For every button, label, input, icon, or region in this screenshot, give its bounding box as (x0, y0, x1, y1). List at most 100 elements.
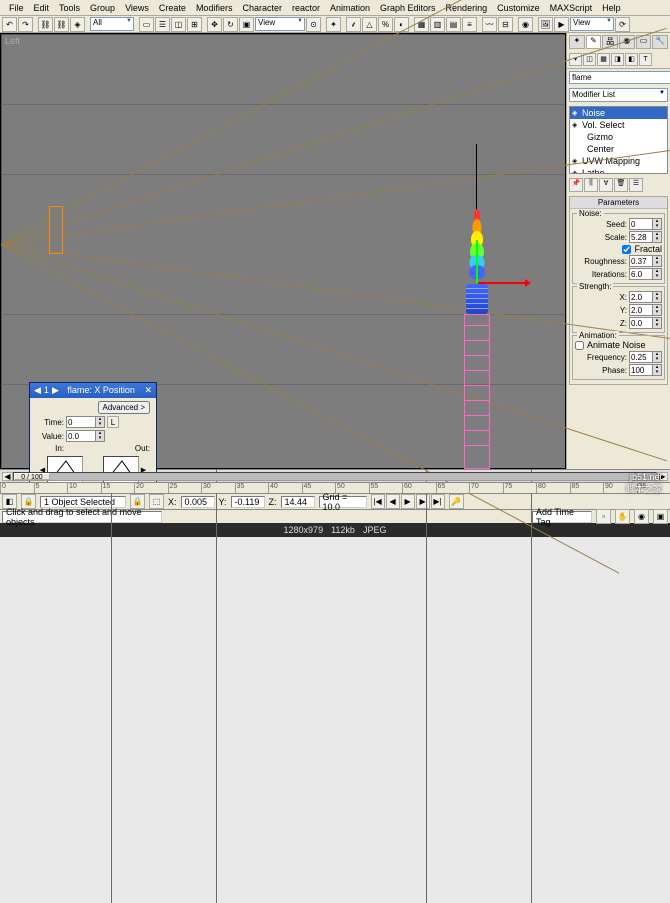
schematic-button[interactable]: ⊟ (498, 17, 513, 32)
select-name-button[interactable]: ☰ (155, 17, 170, 32)
menu-rendering[interactable]: Rendering (441, 3, 493, 13)
phase-spinner[interactable]: ▴▾ (629, 364, 662, 376)
percent-snap-button[interactable]: % (378, 17, 393, 32)
slider-thumb[interactable]: 0 / 100 (14, 473, 50, 480)
y-coord[interactable]: -0.119 (231, 496, 265, 508)
play-button[interactable]: ▶ (401, 494, 415, 509)
z-coord[interactable]: 14.44 (281, 496, 315, 508)
menu-customize[interactable]: Customize (492, 3, 545, 13)
material-button[interactable]: ◉ (518, 17, 533, 32)
menu-reactor[interactable]: reactor (287, 3, 325, 13)
extra-icon[interactable]: ◧ (625, 53, 638, 66)
undo-button[interactable]: ↶ (2, 17, 17, 32)
menu-edit[interactable]: Edit (29, 3, 55, 13)
menu-tools[interactable]: Tools (54, 3, 85, 13)
time-tag[interactable]: Add Time Tag (532, 511, 592, 523)
next-frame-button[interactable]: ▶ (416, 494, 430, 509)
modifier-noise[interactable]: ◈Noise (570, 107, 667, 119)
modify-tab[interactable]: ✎ (586, 35, 602, 49)
x-coord[interactable]: 0.005 (181, 496, 215, 508)
goto-end-button[interactable]: ▶| (431, 494, 445, 509)
gizmo-y-axis[interactable] (476, 240, 478, 284)
arc-rotate-button[interactable]: ◉ (634, 509, 649, 524)
frequency-spinner[interactable]: ▴▾ (629, 351, 662, 363)
value-spinner[interactable]: ▴▾ (66, 430, 105, 442)
timeline-ruler[interactable]: 0510152025303540455055606570758085909510… (0, 482, 670, 493)
bind-button[interactable]: ◈ (70, 17, 85, 32)
advanced-button[interactable]: Advanced > (98, 401, 150, 414)
modifier-lathe[interactable]: ◈Lathe (570, 167, 667, 174)
min-button[interactable]: ▫ (596, 509, 611, 524)
time-spinner[interactable]: ▴▾ (66, 416, 105, 428)
strength-x-spinner[interactable]: ▴▾ (629, 291, 662, 303)
coord-system[interactable]: View (255, 17, 305, 31)
strength-y-spinner[interactable]: ▴▾ (629, 304, 662, 316)
modifier-gizmo[interactable]: Gizmo (570, 131, 667, 143)
time-slider[interactable]: ◀ 0 / 100 ▶ (0, 469, 670, 482)
configure-button[interactable]: ☰ (629, 178, 643, 192)
manipulate-button[interactable]: ✦ (326, 17, 341, 32)
pivot-button[interactable]: ⊙ (306, 17, 321, 32)
help-icon[interactable]: T (639, 53, 652, 66)
render-preset[interactable]: View (570, 17, 614, 31)
viewport-left[interactable]: Left (0, 33, 566, 469)
menu-group[interactable]: Group (85, 3, 120, 13)
lock-icon[interactable]: L (107, 416, 119, 428)
animate-noise-checkbox[interactable] (575, 341, 584, 350)
snap-button[interactable]: ⸙ (346, 17, 361, 32)
pin-stack-button[interactable]: 📌 (569, 178, 583, 192)
utilities-tab[interactable]: 🔧 (652, 35, 668, 49)
rotate-button[interactable]: ↻ (223, 17, 238, 32)
menu-views[interactable]: Views (120, 3, 154, 13)
render-scene-button[interactable]: 🖼 (538, 17, 553, 32)
layers-button[interactable]: ≡ (462, 17, 477, 32)
lock-panel-icon[interactable]: ◨ (611, 53, 624, 66)
render-last-button[interactable]: ⟳ (615, 17, 630, 32)
rollout-header[interactable]: Parameters (570, 197, 667, 209)
slider-next-button[interactable]: ▶ (657, 472, 668, 481)
prev-frame-button[interactable]: ◀ (386, 494, 400, 509)
menu-file[interactable]: File (4, 3, 29, 13)
align-button[interactable]: ▤ (446, 17, 461, 32)
menu-character[interactable]: Character (237, 3, 287, 13)
unlink-button[interactable]: ⛓ (54, 17, 69, 32)
slider-prev-button[interactable]: ◀ (2, 472, 13, 481)
max-toggle-button[interactable]: ▣ (653, 509, 668, 524)
select-region-button[interactable]: ◫ (171, 17, 186, 32)
modifier-vol-select[interactable]: ◈Vol. Select (570, 119, 667, 131)
redo-button[interactable]: ↷ (18, 17, 33, 32)
modifier-list-dropdown[interactable]: Modifier List (569, 88, 668, 102)
scale-spinner[interactable]: ▴▾ (629, 231, 662, 243)
create-tab[interactable]: ✦ (569, 35, 585, 49)
angle-snap-button[interactable]: △ (362, 17, 377, 32)
close-icon[interactable]: ✕ (144, 385, 152, 396)
make-unique-button[interactable]: ∀ (599, 178, 613, 192)
iterations-spinner[interactable]: ▴▾ (629, 268, 662, 280)
curve-editor-button[interactable]: 〰 (482, 17, 497, 32)
scale-button[interactable]: ▣ (239, 17, 254, 32)
mirror-button[interactable]: ▥ (430, 17, 445, 32)
object-name-field[interactable] (569, 71, 670, 84)
link-button[interactable]: ⛓ (38, 17, 53, 32)
menu-animation[interactable]: Animation (325, 3, 375, 13)
modifier-stack[interactable]: ◈Noise◈Vol. Select Gizmo Center◈UVW Mapp… (569, 106, 668, 174)
goto-start-button[interactable]: |◀ (371, 494, 385, 509)
key-mode-button[interactable]: 🔑 (449, 494, 464, 509)
menu-graph editors[interactable]: Graph Editors (375, 3, 441, 13)
window-cross-button[interactable]: ⊞ (187, 17, 202, 32)
select-button[interactable]: ▭ (139, 17, 154, 32)
show-result-button[interactable]: || (584, 178, 598, 192)
roughness-spinner[interactable]: ▴▾ (629, 255, 662, 267)
menu-modifiers[interactable]: Modifiers (191, 3, 238, 13)
menu-help[interactable]: Help (597, 3, 626, 13)
strength-z-spinner[interactable]: ▴▾ (629, 317, 662, 329)
selection-filter[interactable]: All (90, 17, 134, 31)
pan-button[interactable]: ✋ (615, 509, 630, 524)
menu-maxscript[interactable]: MAXScript (545, 3, 598, 13)
gizmo-x-axis[interactable] (477, 282, 527, 284)
move-button[interactable]: ✥ (207, 17, 222, 32)
quick-render-button[interactable]: ▶ (554, 17, 569, 32)
config-icon[interactable]: ▦ (597, 53, 610, 66)
remove-mod-button[interactable]: 🗑 (614, 178, 628, 192)
menu-create[interactable]: Create (154, 3, 191, 13)
